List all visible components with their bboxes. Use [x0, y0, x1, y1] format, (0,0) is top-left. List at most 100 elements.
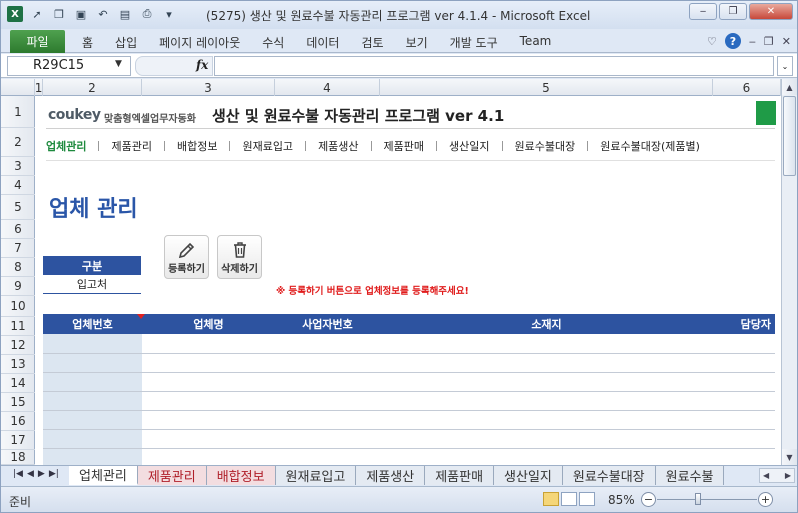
print-icon[interactable]: ⎙: [139, 6, 155, 22]
scroll-thumb[interactable]: [783, 96, 796, 176]
row-header[interactable]: 18: [1, 450, 35, 465]
tab-formulas[interactable]: 수식: [251, 34, 295, 51]
row-header[interactable]: 14: [1, 374, 35, 393]
zoom-slider-track[interactable]: [657, 499, 757, 500]
next-sheet-icon[interactable]: ▶: [38, 469, 45, 479]
close-button[interactable]: ✕: [749, 3, 793, 20]
nav-ledger-by-product[interactable]: 원료수불대장(제품별): [600, 138, 700, 154]
first-sheet-icon[interactable]: |◀: [13, 469, 23, 479]
row-header[interactable]: 11: [1, 317, 35, 336]
minimize-workbook-icon[interactable]: ‒: [749, 35, 756, 48]
ribbon-collapse-icon[interactable]: ♡: [707, 35, 717, 48]
table-row[interactable]: [43, 429, 775, 430]
column-header[interactable]: 1: [35, 79, 43, 96]
sheet-tab-material-in[interactable]: 원재료입고: [275, 466, 357, 485]
table-row[interactable]: [43, 448, 775, 449]
sheet-tab-daily-log[interactable]: 생산일지: [494, 466, 563, 485]
last-sheet-icon[interactable]: ▶|: [49, 469, 59, 479]
scroll-left-icon[interactable]: ◀: [763, 471, 769, 480]
sheet-tab-mixing[interactable]: 배합정보: [206, 466, 276, 485]
zoom-in-icon[interactable]: +: [758, 492, 773, 507]
formula-input[interactable]: [214, 56, 774, 76]
file-tab[interactable]: 파일: [10, 30, 65, 53]
row-header[interactable]: 9: [1, 277, 35, 296]
page-layout-view-icon[interactable]: [561, 492, 577, 506]
register-button[interactable]: 등록하기: [164, 235, 209, 279]
nav-material-in[interactable]: 원재료입고: [242, 138, 293, 154]
picture-icon[interactable]: ▣: [73, 6, 89, 22]
sheet-tab-sales[interactable]: 제품판매: [425, 466, 495, 485]
customize-qat-icon[interactable]: ▾: [161, 6, 177, 22]
scroll-down-icon[interactable]: ▼: [782, 449, 797, 465]
prev-sheet-icon[interactable]: ◀: [27, 469, 34, 479]
nav-products[interactable]: 제품관리: [111, 138, 151, 154]
row-header[interactable]: 13: [1, 355, 35, 374]
sheet-tab-ledger[interactable]: 원료수불대장: [562, 466, 656, 485]
table-row[interactable]: [43, 391, 775, 392]
normal-view-icon[interactable]: [543, 492, 559, 506]
row-header[interactable]: 7: [1, 239, 35, 258]
header-company-name[interactable]: 업체명: [142, 314, 275, 334]
column-header[interactable]: 2: [43, 79, 142, 96]
expand-formula-bar-icon[interactable]: ⌄: [777, 56, 793, 76]
sheet-tab-production[interactable]: 제품생산: [356, 466, 426, 485]
name-box[interactable]: R29C15: [7, 56, 131, 76]
header-business-no[interactable]: 사업자번호: [275, 314, 380, 334]
page-break-view-icon[interactable]: [579, 492, 595, 506]
nav-mixing[interactable]: 배합정보: [177, 138, 217, 154]
nav-ledger[interactable]: 원료수불대장: [515, 138, 576, 154]
sheet-tab-company[interactable]: 업체관리: [69, 466, 138, 485]
header-manager[interactable]: 담당자: [713, 314, 775, 334]
scroll-right-icon[interactable]: ▶: [785, 471, 791, 480]
close-workbook-icon[interactable]: ✕: [782, 35, 791, 48]
category-select[interactable]: 입고처: [43, 275, 141, 294]
row-header[interactable]: 15: [1, 393, 35, 412]
insert-function-icon[interactable]: fx: [196, 58, 208, 72]
table-row[interactable]: [43, 353, 775, 354]
tab-developer[interactable]: 개발 도구: [439, 34, 509, 51]
row-header[interactable]: 8: [1, 258, 35, 277]
tab-review[interactable]: 검토: [350, 34, 394, 51]
tab-page-layout[interactable]: 페이지 레이아웃: [148, 34, 251, 51]
tab-view[interactable]: 보기: [395, 34, 439, 51]
tab-data[interactable]: 데이터: [295, 34, 350, 51]
column-header[interactable]: 5: [380, 79, 713, 96]
excel-icon[interactable]: X: [7, 6, 23, 22]
table-row[interactable]: [43, 410, 775, 411]
column-header[interactable]: 4: [275, 79, 380, 96]
row-header[interactable]: 17: [1, 431, 35, 450]
row-header[interactable]: 3: [1, 157, 35, 176]
column-header[interactable]: 6: [713, 79, 781, 96]
help-icon[interactable]: ?: [724, 33, 741, 49]
header-company-no[interactable]: 업체번호: [43, 314, 142, 334]
zoom-level[interactable]: 85%: [608, 493, 635, 507]
nav-production[interactable]: 제품생산: [318, 138, 358, 154]
horizontal-scrollbar[interactable]: ◀ ▶: [759, 468, 795, 483]
table-row[interactable]: [43, 372, 775, 373]
vertical-scrollbar[interactable]: ▲ ▼: [781, 79, 797, 465]
restore-workbook-icon[interactable]: ❐: [764, 35, 774, 48]
tab-home[interactable]: 홈: [71, 34, 104, 51]
corner-badge[interactable]: [756, 101, 776, 125]
nav-sales[interactable]: 제품판매: [384, 138, 424, 154]
row-header[interactable]: 16: [1, 412, 35, 431]
row-header[interactable]: 4: [1, 176, 35, 195]
nav-company[interactable]: 업체관리: [46, 138, 86, 154]
tab-team[interactable]: Team: [509, 34, 563, 51]
row-header[interactable]: 1: [1, 96, 35, 128]
row-header[interactable]: 10: [1, 296, 35, 317]
restore-button[interactable]: ❐: [719, 3, 747, 20]
header-address[interactable]: 소재지: [380, 314, 713, 334]
delete-button[interactable]: 삭제하기: [217, 235, 262, 279]
select-all-corner[interactable]: [1, 79, 35, 96]
zoom-out-icon[interactable]: −: [641, 492, 656, 507]
column-header[interactable]: 3: [142, 79, 275, 96]
tab-insert[interactable]: 삽입: [104, 34, 148, 51]
row-header[interactable]: 6: [1, 220, 35, 239]
zoom-slider-thumb[interactable]: [695, 493, 701, 505]
row-header[interactable]: 2: [1, 128, 35, 157]
form-icon[interactable]: ▤: [117, 6, 133, 22]
pointer-icon[interactable]: ➚: [29, 6, 45, 22]
sheet-tab-ledger-partial[interactable]: 원료수불: [655, 466, 725, 485]
copy-icon[interactable]: ❐: [51, 6, 67, 22]
